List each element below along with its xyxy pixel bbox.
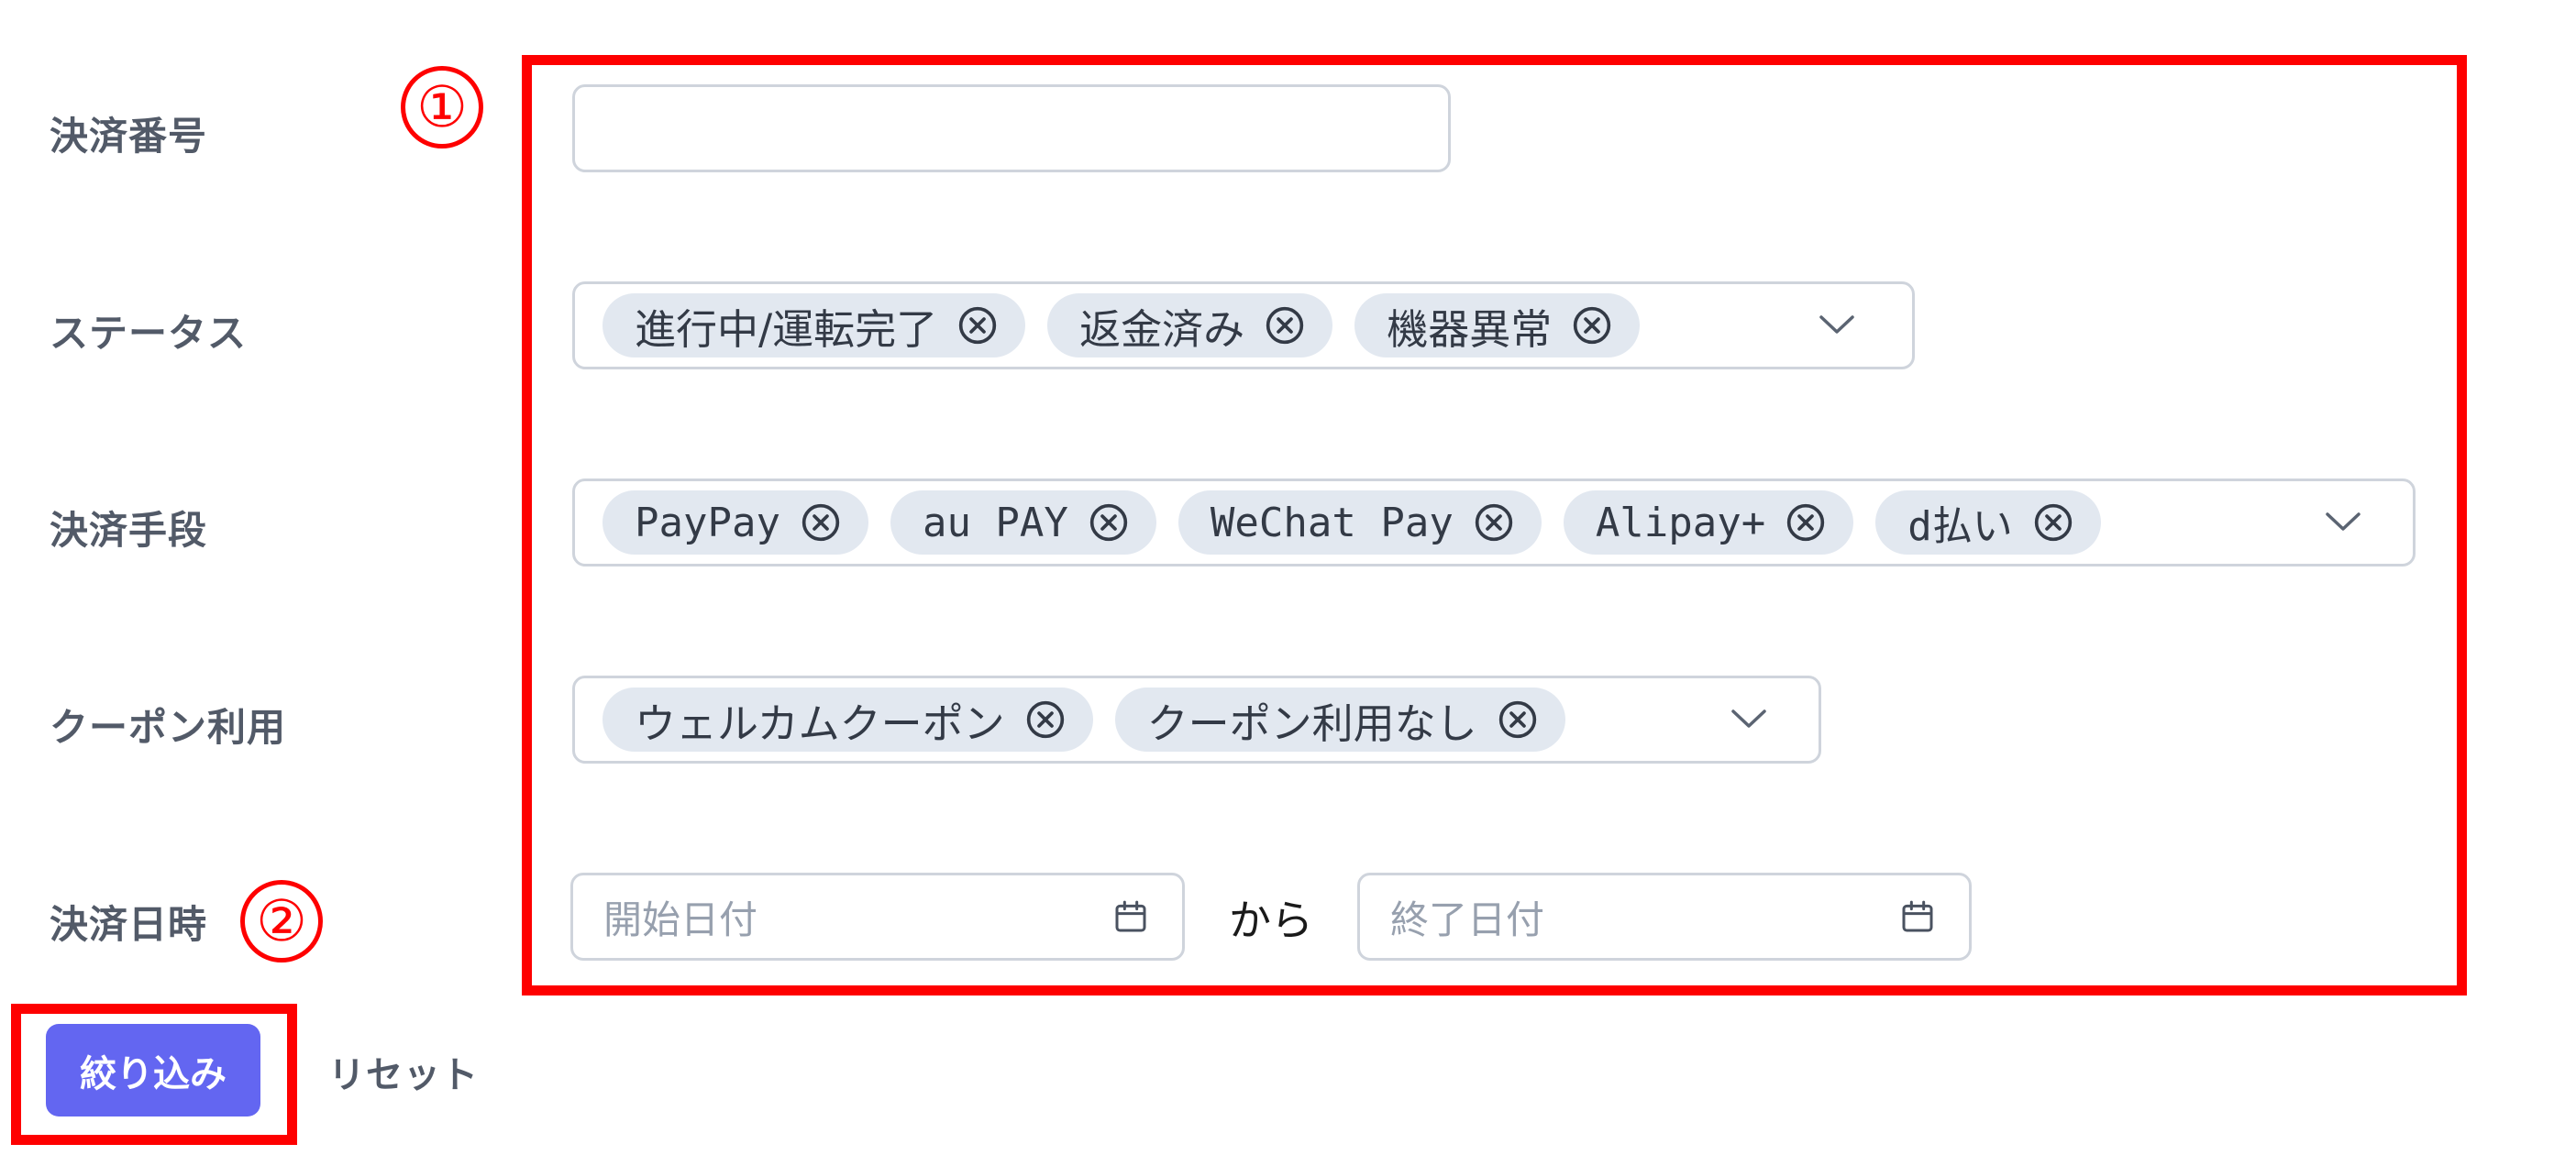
payment-method-label: 決済手段 [50,508,208,553]
annotation-marker-2: ② [240,880,323,962]
coupon-label: クーポン利用 [50,705,287,750]
annotation-marker-1: ① [401,66,483,148]
annotation-highlight-1 [522,55,2467,996]
annotation-highlight-2 [11,1004,297,1145]
payment-number-label: 決済番号 [50,114,208,159]
reset-button[interactable]: リセット [328,1045,479,1098]
status-label: ステータス [50,311,248,356]
payment-datetime-label: 決済日時 [50,902,208,947]
